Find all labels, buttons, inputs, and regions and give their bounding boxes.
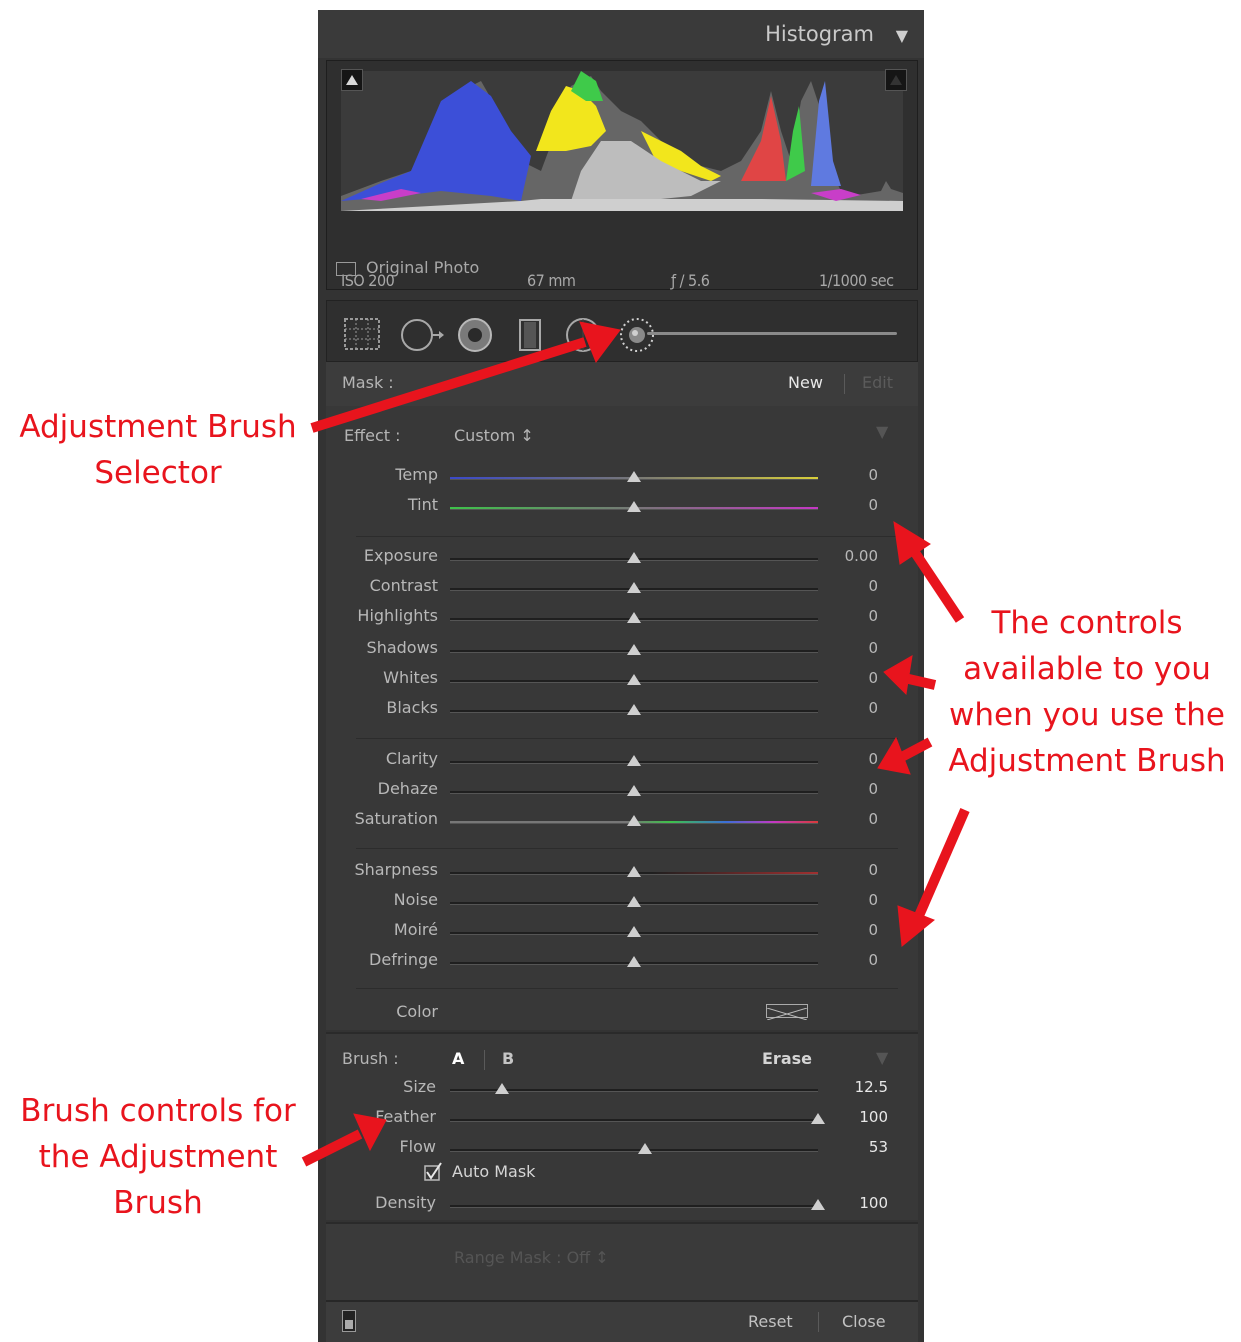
arrow-to-detail-sliders bbox=[913, 808, 970, 920]
arrow-to-brush-selector bbox=[310, 337, 587, 433]
arrow-to-exposure bbox=[907, 545, 965, 623]
annotation-arrows bbox=[301, 321, 970, 1167]
arrowhead-icon bbox=[883, 655, 913, 696]
arrowhead-icon bbox=[579, 321, 621, 364]
arrow-to-brush-controls bbox=[301, 1129, 363, 1167]
arrowhead-icon bbox=[893, 521, 931, 565]
